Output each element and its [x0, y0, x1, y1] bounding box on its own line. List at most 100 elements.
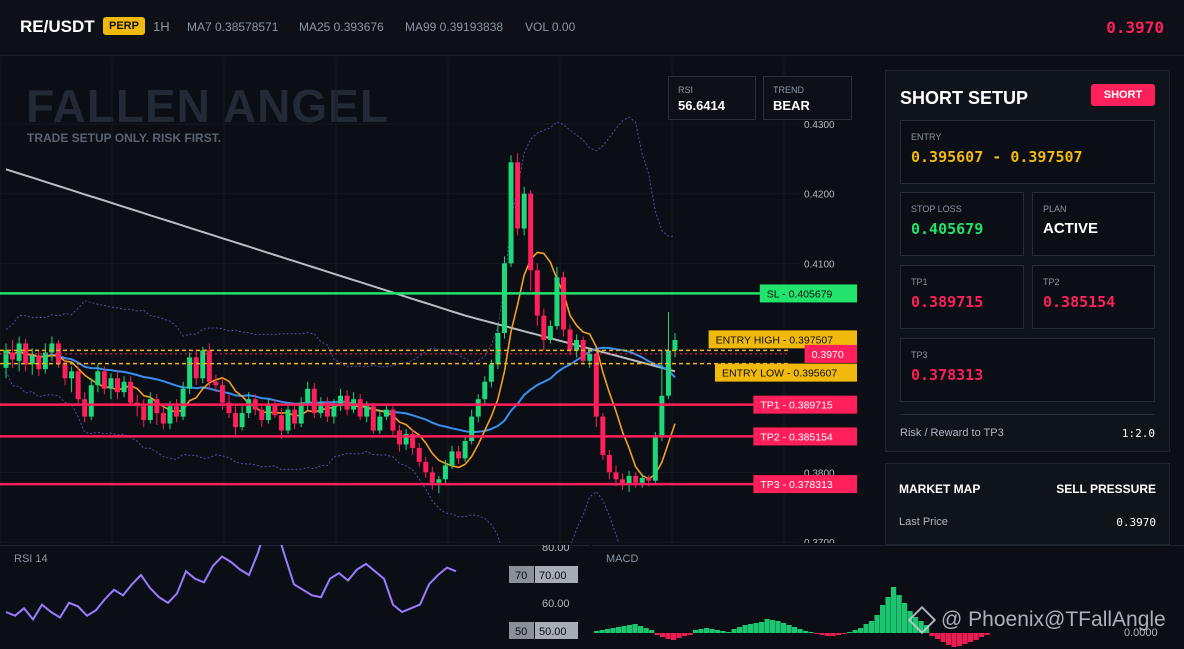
rsi-marker-50-label: 50 [515, 626, 527, 638]
tp1-value: 0.389715 [911, 293, 984, 311]
entry-level-label: ENTRY LOW - 0.395607 [722, 368, 837, 380]
rsi-tick-80: 80.00 [542, 545, 570, 554]
last-price-row-value: 0.3970 [1116, 516, 1156, 529]
rsi-canvas: 80.00 60.00 70 70.00 50 50.00 [0, 545, 590, 639]
candle-body [16, 343, 22, 361]
perp-badge: PERP [103, 17, 145, 35]
candle-body [606, 454, 612, 473]
candle-body [213, 381, 219, 386]
tp-level-label: TP2 - 0.385154 [760, 431, 833, 443]
macd-histogram-bar [973, 633, 979, 640]
candle-body [154, 399, 160, 414]
candle-body [561, 277, 566, 330]
short-badge: SHORT [1091, 84, 1155, 106]
risk-reward-value: 1:2.0 [1121, 427, 1155, 440]
macd-histogram-bar [764, 619, 770, 633]
macd-histogram-bar [682, 633, 688, 636]
macd-canvas: 0.0000 [592, 545, 1184, 647]
setup-divider [900, 414, 1155, 415]
candle-body [442, 465, 448, 480]
rsi-line [5, 545, 457, 622]
candle-body [167, 406, 173, 424]
macd-histogram-bar [660, 633, 666, 637]
macd-histogram-bar [940, 633, 946, 642]
tp3-card: TP3 0.378313 [900, 338, 1155, 402]
macd-histogram-bar [869, 621, 875, 633]
candle-body [141, 406, 147, 421]
candle-body [659, 395, 665, 438]
candle-body [652, 437, 658, 481]
macd-histogram-bar [643, 628, 649, 633]
candle-body [187, 357, 193, 389]
rsi-tick-60: 60.00 [542, 598, 570, 610]
macd-histogram-bar [825, 633, 831, 636]
macd-histogram-bar [979, 633, 985, 637]
macd-histogram-bar [693, 630, 699, 633]
price-axis-tick: 0.4100 [804, 259, 835, 270]
volume-readout: VOL 0.00 [525, 20, 576, 34]
macd-histogram-bar [627, 625, 633, 633]
candle-body [423, 461, 429, 473]
stop-loss-label: STOP LOSS [911, 204, 962, 214]
macd-histogram-bar [704, 628, 710, 633]
macd-histogram-bar [792, 627, 798, 633]
candle-body [672, 339, 678, 351]
candle-body [49, 343, 55, 353]
candle-body [121, 381, 127, 393]
macd-histogram-bar [726, 632, 732, 633]
macd-histogram-bar [880, 605, 886, 633]
candle-body [101, 371, 107, 389]
macd-histogram-bar [709, 629, 715, 633]
candle-body [613, 472, 619, 480]
candle-body [482, 381, 488, 400]
macd-histogram-bar [610, 628, 616, 633]
rsi-pane-title: RSI 14 [14, 553, 48, 565]
price-chart[interactable]: FALLEN ANGEL TRADE SETUP ONLY. RISK FIRS… [0, 57, 870, 543]
plan-value: ACTIVE [1043, 220, 1099, 237]
last-price-row-label: Last Price [899, 516, 948, 528]
candle-body [233, 413, 239, 428]
macd-histogram-bar [803, 631, 809, 633]
rsi-marker-70-value: 70.00 [539, 570, 567, 582]
macd-histogram-bar [748, 624, 754, 633]
macd-histogram-bar [737, 627, 743, 633]
timeframe-selector[interactable]: 1H [153, 19, 170, 34]
last-level-label: 0.3970 [812, 349, 844, 361]
market-map-panel: MARKET MAP SELL PRESSURE Last Price 0.39… [885, 463, 1170, 545]
candle-body [75, 371, 81, 400]
price-axis-tick: 0.3700 [804, 538, 835, 543]
candle-body [219, 385, 225, 403]
trend-info-label: TREND [773, 85, 804, 95]
price-chart-canvas[interactable]: 0.43000.42000.41000.38000.3700SL - 0.405… [0, 57, 870, 543]
macd-histogram-bar [962, 633, 968, 644]
last-price: 0.3970 [1106, 18, 1164, 37]
tp-level-label: TP3 - 0.378313 [760, 479, 833, 491]
candle-body [456, 451, 462, 459]
candle-body [285, 409, 291, 431]
macd-histogram-bar [852, 630, 858, 633]
candle-body [646, 477, 652, 481]
macd-histogram-bar [731, 629, 737, 633]
price-axis-tick: 0.4300 [804, 120, 835, 131]
ma99-readout: MA99 0.39193838 [405, 20, 504, 34]
macd-histogram-bar [616, 627, 622, 633]
macd-histogram-bar [698, 629, 704, 633]
candle-body [429, 472, 435, 483]
macd-histogram-bar [759, 622, 765, 633]
candle-body [639, 477, 645, 483]
macd-histogram-bar [753, 623, 759, 633]
stop-loss-value: 0.405679 [911, 220, 984, 238]
macd-histogram-bar [819, 633, 825, 635]
candle-body [436, 479, 442, 483]
macd-pane[interactable]: 0.0000 MACD [592, 545, 1184, 649]
rsi-info-box: RSI 56.6414 [668, 76, 756, 120]
macd-histogram-bar [671, 633, 677, 640]
symbol-title[interactable]: RE/USDT [20, 17, 95, 37]
ma25-readout: MA25 0.393676 [299, 20, 384, 34]
candle-body [36, 355, 42, 370]
rsi-info-value: 56.6414 [678, 98, 725, 113]
macd-histogram-bar [891, 587, 897, 633]
candle-body [574, 339, 580, 351]
tp3-value: 0.378313 [911, 366, 984, 384]
rsi-pane[interactable]: 80.00 60.00 70 70.00 50 50.00 RSI 14 [0, 545, 590, 649]
